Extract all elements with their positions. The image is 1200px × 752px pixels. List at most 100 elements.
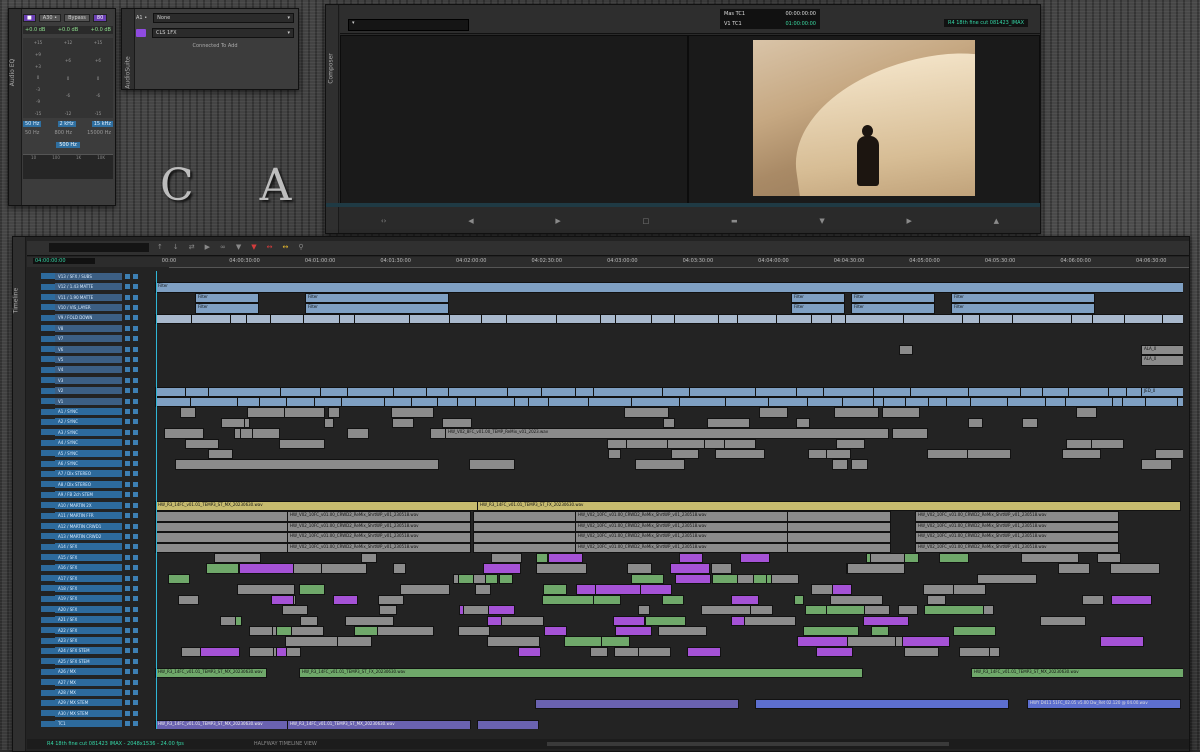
track-select-button[interactable] (41, 699, 55, 706)
timeline-clip[interactable] (1057, 563, 1091, 574)
track-header[interactable]: A10 / MARTIN 2X (27, 500, 155, 510)
timeline-clip[interactable] (180, 646, 202, 658)
timeline-clip[interactable] (285, 636, 339, 647)
track-solo-icon[interactable] (133, 398, 138, 404)
track-monitor-icon[interactable] (125, 575, 130, 581)
timeline-clip[interactable] (185, 438, 220, 449)
timeline-clip[interactable] (458, 625, 490, 637)
timeline-clip[interactable] (163, 428, 204, 439)
play-icon[interactable]: ▶ (555, 217, 560, 225)
track-name[interactable]: A15 / SFX (55, 553, 122, 561)
track-monitor-icon[interactable] (125, 544, 130, 550)
track-select-button[interactable] (41, 575, 55, 582)
track-name[interactable]: A16 / SFX (55, 564, 122, 572)
track-monitor-icon[interactable] (125, 367, 130, 373)
track-header[interactable]: V13 / SFX / SUBS (27, 271, 155, 281)
timeline-clip[interactable] (346, 386, 396, 397)
trim-icon[interactable]: ⇄ (189, 243, 195, 253)
timeline-clip[interactable] (275, 625, 292, 637)
timeline-clip[interactable]: HW_V02_10FC_v01.00_CRWD2_ReMix_ShrtWP_v0… (915, 511, 1119, 522)
timeline-clip[interactable] (796, 417, 810, 429)
timeline-clip[interactable] (593, 386, 665, 397)
timeline-clip[interactable]: HW_R3_14FC_v01.01_TEMP3_ST_MX_20230630.w… (155, 667, 267, 678)
timeline-clip[interactable] (299, 615, 319, 626)
splice-icon[interactable]: ▬ (731, 217, 738, 225)
track-header[interactable]: A5 / SYNC (27, 448, 155, 458)
track-select-button[interactable] (41, 273, 55, 280)
track-header[interactable]: A23 / SFX (27, 635, 155, 645)
track-header[interactable]: V2 (27, 386, 155, 396)
timeline-clip[interactable] (281, 605, 309, 616)
track-header[interactable]: A22 / SFX (27, 625, 155, 635)
source-monitor[interactable] (340, 35, 688, 205)
track-name[interactable]: V13 / SFX / SUBS (55, 272, 122, 280)
track-select-button[interactable] (41, 512, 55, 519)
timeline-clip[interactable] (688, 386, 758, 397)
timeline-clip[interactable] (240, 428, 253, 439)
track-select-button[interactable] (41, 335, 55, 342)
timeline-clip[interactable] (844, 313, 906, 325)
track-name[interactable]: A20 / SFX (55, 605, 122, 613)
track-select-button[interactable] (41, 408, 55, 415)
timeline-clip[interactable] (298, 584, 326, 595)
track-name[interactable]: A3 / SYNC (55, 428, 122, 436)
eq-bypass-button[interactable]: Bypass (64, 14, 90, 22)
timeline-clip[interactable]: Filter (951, 292, 1095, 304)
track-select-button[interactable] (41, 481, 55, 488)
track-solo-icon[interactable] (133, 700, 138, 706)
track-select-button[interactable] (41, 387, 55, 394)
timeline-clip[interactable] (902, 313, 966, 325)
track-solo-icon[interactable] (133, 388, 138, 394)
timeline-clip[interactable]: Filter (195, 292, 259, 304)
track-header[interactable]: A26 / MX (27, 667, 155, 677)
timeline-clip[interactable] (473, 573, 486, 585)
track-monitor-icon[interactable] (125, 409, 130, 415)
timeline-clip[interactable]: ALA_0 (1141, 344, 1183, 356)
track-solo-icon[interactable] (133, 585, 138, 591)
track-monitor-icon[interactable] (125, 617, 130, 623)
timeline-clip[interactable] (1144, 396, 1181, 408)
timeline-clip[interactable] (280, 386, 323, 397)
track-name[interactable]: A12 / MARTIN CRWD1 (55, 522, 122, 530)
timeline-clip[interactable]: HW_R3_14FC_v01.01_TEMP3_ST_FX_20230630.w… (299, 667, 863, 678)
track-select-button[interactable] (41, 304, 55, 311)
track-monitor-icon[interactable] (125, 513, 130, 519)
track-select-button[interactable] (41, 377, 55, 384)
track-header[interactable]: A8 / Dlx STEREO (27, 479, 155, 489)
timeline-clip[interactable] (1154, 448, 1183, 460)
timeline-clip[interactable] (447, 386, 511, 397)
track-solo-icon[interactable] (133, 429, 138, 435)
timeline-clip[interactable] (563, 636, 603, 647)
timeline-clip[interactable] (707, 417, 751, 429)
timeline-clip[interactable] (1021, 417, 1038, 429)
track-monitor-icon[interactable] (125, 638, 130, 644)
timeline-clip[interactable]: Filter (951, 303, 1095, 314)
timeline-clip[interactable] (236, 584, 295, 595)
timeline-clip[interactable] (803, 625, 860, 637)
track-name[interactable]: V9 / FOLD DOWN (55, 314, 122, 322)
track-name[interactable]: V6 (55, 345, 122, 353)
timeline-clip[interactable] (189, 396, 241, 408)
track-select-button[interactable] (41, 325, 55, 332)
timeline-clip[interactable]: Filter (791, 303, 845, 314)
track-name[interactable]: A18 / SFX (55, 584, 122, 592)
track-solo-icon[interactable] (133, 575, 138, 581)
timeline-clip[interactable] (314, 396, 344, 408)
track-solo-icon[interactable] (133, 721, 138, 727)
track-solo-icon[interactable] (133, 492, 138, 498)
timeline-clip[interactable] (1067, 386, 1111, 397)
track-name[interactable]: A26 / MX (55, 668, 122, 676)
record-monitor[interactable] (688, 35, 1040, 205)
timeline-clip[interactable] (897, 605, 918, 616)
timeline-clip[interactable] (900, 636, 951, 647)
eq-center-frequency[interactable]: 500 Hz (56, 142, 80, 148)
timeline-clip[interactable] (630, 396, 682, 408)
timeline-clip[interactable] (787, 511, 891, 522)
track-solo-icon[interactable] (133, 544, 138, 550)
timeline-clip[interactable] (285, 396, 318, 408)
timeline-clip[interactable] (833, 407, 879, 418)
timeline-clip[interactable] (675, 573, 712, 585)
track-header[interactable]: A11 / MARTIN FFR (27, 510, 155, 520)
track-name[interactable]: A28 / MX (55, 689, 122, 697)
timeline-clip[interactable] (155, 396, 193, 408)
